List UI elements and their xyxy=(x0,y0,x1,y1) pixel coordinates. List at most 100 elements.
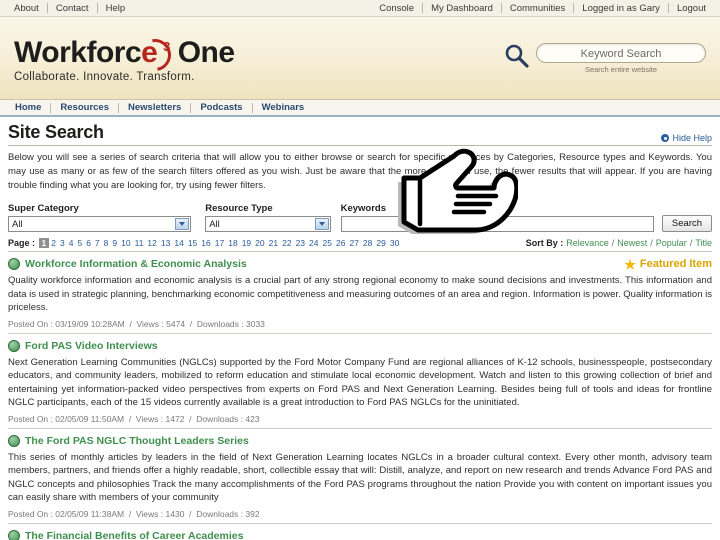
top-utility-bar: About Contact Help Console My Dashboard … xyxy=(0,0,720,17)
topbar-link-my-dashboard[interactable]: My Dashboard xyxy=(423,3,501,14)
page-link-28[interactable]: 28 xyxy=(361,238,373,248)
pagination-bar: Page : 1 2 3 4 5 6 7 8 9 10 11 12 13 14 15 16 17 18 19 20 2… xyxy=(8,238,712,252)
sort-by-label: Sort By : xyxy=(525,238,564,248)
page-link-25[interactable]: 25 xyxy=(321,238,333,248)
site-banner: Workforce 3 One Collaborate. Innovate. Tr… xyxy=(0,17,720,100)
page-link-20[interactable]: 20 xyxy=(254,238,266,248)
result-header: The Ford PAS NGLC Thought Leaders Series xyxy=(8,434,712,447)
page-link-current[interactable]: 1 xyxy=(39,238,49,248)
resource-type-select[interactable]: All xyxy=(205,216,331,232)
featured-item-badge: ★ Featured Item xyxy=(624,256,712,272)
globe-icon xyxy=(8,339,20,352)
page-link-16[interactable]: 16 xyxy=(200,238,212,248)
page-link-5[interactable]: 5 xyxy=(76,238,84,248)
search-button[interactable]: Search xyxy=(661,215,712,232)
logo-part-two: One xyxy=(177,36,235,69)
page-link-10[interactable]: 10 xyxy=(120,238,132,248)
result-header: Workforce Information & Economic Analysi… xyxy=(8,256,712,272)
logo-tagline: Collaborate. Innovate. Transform. xyxy=(14,71,195,83)
page-link-3[interactable]: 3 xyxy=(58,238,66,248)
page-link-29[interactable]: 29 xyxy=(375,238,387,248)
page-link-9[interactable]: 9 xyxy=(111,238,119,248)
page-root: About Contact Help Console My Dashboard … xyxy=(0,0,720,540)
page-link-15[interactable]: 15 xyxy=(186,238,198,248)
star-icon: ★ xyxy=(624,256,636,272)
page-header: Site Search Hide Help xyxy=(8,122,712,146)
page-link-12[interactable]: 12 xyxy=(146,238,158,248)
divider: / xyxy=(611,238,615,248)
topbar-link-console[interactable]: Console xyxy=(371,3,422,14)
nav-item-resources[interactable]: Resources xyxy=(51,102,118,113)
page-link-18[interactable]: 18 xyxy=(227,238,239,248)
super-category-select[interactable]: All xyxy=(8,216,192,232)
page-title: Site Search xyxy=(8,122,104,142)
topbar-link-communities[interactable]: Communities xyxy=(502,3,573,14)
page-link-13[interactable]: 13 xyxy=(159,238,171,248)
logo-part-one: Workforc xyxy=(14,36,142,69)
nav-item-newsletters[interactable]: Newsletters xyxy=(119,102,190,113)
result-title-link[interactable]: Ford PAS Video Interviews xyxy=(25,340,158,352)
search-result-item: Workforce Information & Economic Analysi… xyxy=(8,252,712,334)
page-link-17[interactable]: 17 xyxy=(213,238,225,248)
topbar-link-contact[interactable]: Contact xyxy=(48,3,97,14)
topbar-left-links: About Contact Help xyxy=(6,3,133,14)
result-description: Next Generation Learning Communities (NG… xyxy=(8,356,712,409)
topbar-logged-in-as: Logged in as Gary xyxy=(582,2,660,14)
search-result-item: Ford PAS Video Interviews Next Generation… xyxy=(8,334,712,429)
hide-help-label: Hide Help xyxy=(672,133,712,143)
chevron-down-icon[interactable] xyxy=(175,218,190,230)
page-link-23[interactable]: 23 xyxy=(294,238,306,248)
result-title-link[interactable]: Workforce Information & Economic Analysi… xyxy=(25,258,247,270)
page-link-24[interactable]: 24 xyxy=(308,238,320,248)
pager-label: Page : xyxy=(8,238,36,248)
sort-option-title[interactable]: Title xyxy=(695,238,712,248)
topbar-link-help[interactable]: Help xyxy=(98,3,134,14)
help-description: Below you will see a series of search cr… xyxy=(8,152,712,191)
page-link-27[interactable]: 27 xyxy=(348,238,360,248)
filter-resource-type: Resource Type All xyxy=(205,203,331,232)
page-link-21[interactable]: 21 xyxy=(267,238,279,248)
result-description: This series of monthly articles by leade… xyxy=(8,451,712,504)
topbar-link-about[interactable]: About xyxy=(6,3,47,14)
site-logo[interactable]: Workforce 3 One Collaborate. Innovate. Tr… xyxy=(14,31,235,83)
page-link-14[interactable]: 14 xyxy=(173,238,185,248)
chevron-down-icon[interactable] xyxy=(314,218,329,230)
filter-super-category: Super Category All xyxy=(8,203,192,232)
page-link-2[interactable]: 2 xyxy=(50,238,58,248)
globe-icon xyxy=(8,529,20,540)
page-link-19[interactable]: 19 xyxy=(240,238,252,248)
search-results-list: Workforce Information & Economic Analysi… xyxy=(8,252,712,540)
resource-type-label: Resource Type xyxy=(205,203,273,214)
nav-item-home[interactable]: Home xyxy=(6,102,50,113)
page-link-30[interactable]: 30 xyxy=(388,238,400,248)
hide-help-link[interactable]: Hide Help xyxy=(661,133,712,143)
divider: / xyxy=(650,238,653,248)
topbar-right-links: Console My Dashboard Communities Logged … xyxy=(371,3,714,14)
sort-option-newest[interactable]: Newest xyxy=(617,238,647,248)
keyword-search-input[interactable]: Keyword Search xyxy=(536,43,706,63)
topbar-link-logout[interactable]: Logout xyxy=(669,3,714,14)
search-result-item: The Ford PAS NGLC Thought Leaders Series… xyxy=(8,429,712,524)
nav-item-webinars[interactable]: Webinars xyxy=(253,102,314,113)
page-link-4[interactable]: 4 xyxy=(67,238,75,248)
page-link-11[interactable]: 11 xyxy=(133,238,145,248)
sort-option-popular[interactable]: Popular xyxy=(656,238,687,248)
filter-keywords: Keywords xyxy=(340,203,654,232)
sort-option-relevance[interactable]: Relevance xyxy=(566,238,609,248)
featured-label: Featured Item xyxy=(639,258,712,270)
globe-icon xyxy=(8,434,20,447)
result-title-link[interactable]: The Ford PAS NGLC Thought Leaders Series xyxy=(25,435,249,447)
super-category-value: All xyxy=(12,218,23,230)
result-downloads: Downloads : 3033 xyxy=(196,318,265,329)
page-link-8[interactable]: 8 xyxy=(102,238,110,248)
result-title-link[interactable]: The Financial Benefits of Career Academi… xyxy=(25,530,243,540)
keywords-input[interactable] xyxy=(340,216,654,232)
page-link-26[interactable]: 26 xyxy=(334,238,346,248)
main-content: Site Search Hide Help Below you will see… xyxy=(0,117,720,540)
keywords-label: Keywords xyxy=(340,203,386,214)
page-link-6[interactable]: 6 xyxy=(85,238,93,248)
nav-item-podcasts[interactable]: Podcasts xyxy=(191,102,251,113)
page-link-22[interactable]: 22 xyxy=(281,238,293,248)
logo-text: Workforce 3 One xyxy=(14,31,235,78)
page-link-7[interactable]: 7 xyxy=(93,238,101,248)
